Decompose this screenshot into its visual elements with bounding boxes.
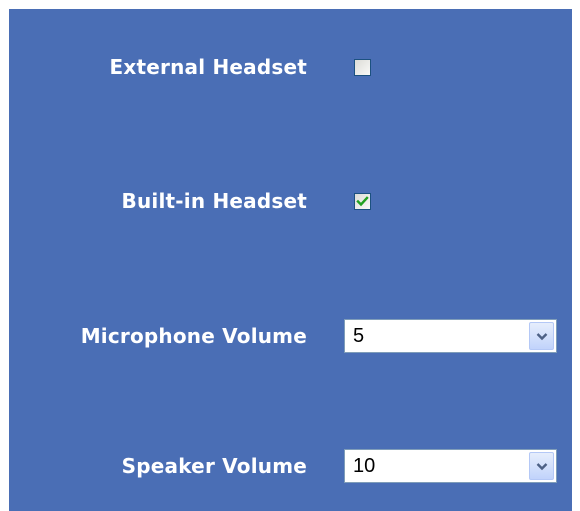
microphone-volume-label: Microphone Volume [80, 324, 307, 348]
microphone-volume-dropdown-button[interactable] [529, 322, 554, 350]
chevron-down-icon [536, 333, 548, 341]
check-icon [356, 196, 369, 207]
builtin-headset-checkbox[interactable] [354, 193, 371, 210]
speaker-volume-dropdown-button[interactable] [529, 452, 554, 480]
microphone-volume-select[interactable]: 5 [344, 319, 557, 353]
external-headset-checkbox[interactable] [354, 59, 371, 76]
external-headset-label: External Headset [109, 55, 307, 79]
builtin-headset-label: Built-in Headset [121, 189, 307, 213]
microphone-volume-value: 5 [353, 325, 365, 347]
chevron-down-icon [536, 463, 548, 471]
speaker-volume-value: 10 [353, 455, 376, 477]
settings-panel: External Headset Built-in Headset Microp… [9, 9, 572, 511]
speaker-volume-label: Speaker Volume [121, 454, 307, 478]
speaker-volume-select[interactable]: 10 [344, 449, 557, 483]
